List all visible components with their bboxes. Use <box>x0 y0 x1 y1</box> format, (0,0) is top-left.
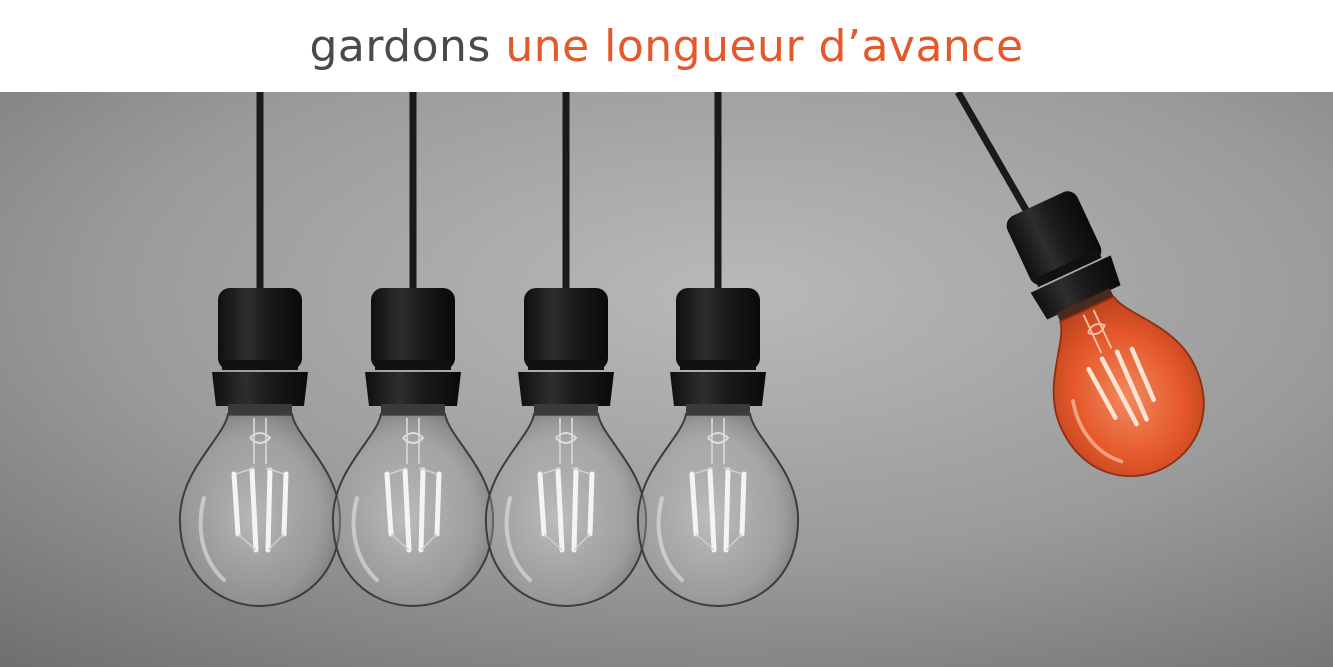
headline-gray-text: gardons <box>309 20 491 72</box>
light-bulbs-photo <box>0 92 1333 667</box>
page: gardons une longueur d’avance <box>0 0 1333 667</box>
headline: gardons une longueur d’avance <box>0 0 1333 92</box>
light-bulbs-illustration <box>0 92 1333 667</box>
headline-orange-text: une longueur d’avance <box>505 20 1024 72</box>
